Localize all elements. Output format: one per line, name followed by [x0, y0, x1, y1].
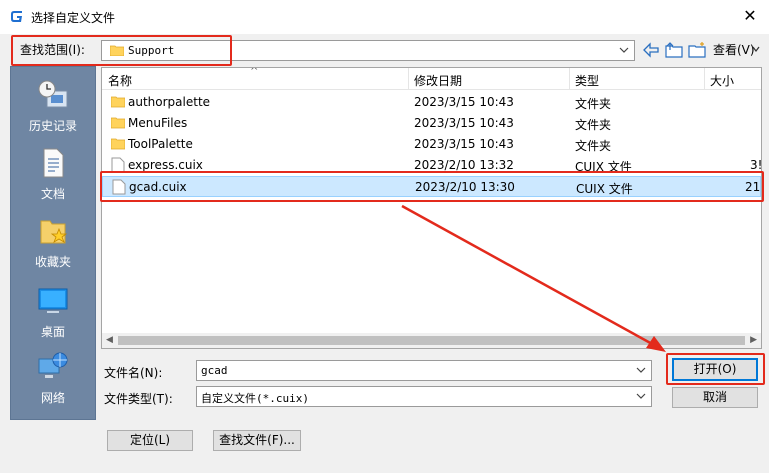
place-desktop[interactable]: 桌面: [11, 285, 95, 340]
locate-button[interactable]: 定位(L): [107, 430, 193, 451]
network-icon: [38, 352, 68, 378]
place-history[interactable]: 历史记录: [11, 79, 95, 134]
filename-value: gcad: [201, 364, 228, 377]
file-size: 3!: [750, 158, 762, 172]
close-button[interactable]: ✕: [737, 5, 763, 27]
scroll-left-icon[interactable]: ◀: [106, 335, 113, 345]
file-name: authorpalette: [128, 95, 211, 109]
up-folder-icon[interactable]: [664, 41, 684, 59]
scroll-thumb[interactable]: [118, 336, 745, 345]
file-type: 文件夹: [575, 97, 612, 111]
place-label: 历史记录: [28, 119, 77, 133]
cancel-button[interactable]: 取消: [672, 387, 758, 408]
new-folder-icon[interactable]: [687, 41, 707, 59]
place-favorites[interactable]: 收藏夹: [11, 215, 95, 270]
title-bar: 选择自定义文件 ✕: [0, 0, 769, 34]
filetype-value: 自定义文件(*.cuix): [201, 392, 309, 405]
file-date: 2023/3/15 10:43: [414, 116, 514, 130]
sort-ascending-icon: ^: [250, 67, 259, 77]
file-type: 文件夹: [575, 118, 612, 132]
dropdown-arrow-icon: [752, 46, 760, 52]
place-network[interactable]: 网络: [11, 351, 95, 406]
places-bar: 历史记录 文档 收藏夹 桌面 网络: [10, 66, 96, 420]
back-icon[interactable]: [641, 41, 661, 59]
file-date: 2023/2/10 13:32: [414, 158, 514, 172]
chevron-down-icon: [636, 367, 646, 373]
file-type: 文件夹: [575, 139, 612, 153]
window-title: 选择自定义文件: [31, 11, 116, 25]
views-menu[interactable]: 查看(V): [713, 41, 755, 58]
file-name: ToolPalette: [128, 137, 193, 151]
horizontal-scrollbar[interactable]: ◀ ▶: [102, 333, 761, 348]
place-documents[interactable]: 文档: [11, 147, 95, 202]
lookin-highlight: [11, 35, 232, 66]
place-label: 桌面: [40, 325, 65, 339]
list-header: 名称 ^ 修改日期 类型 大小: [102, 68, 761, 90]
file-row[interactable]: MenuFiles 2023/3/15 10:43 文件夹: [102, 113, 761, 134]
place-label: 收藏夹: [34, 255, 71, 269]
file-date: 2023/3/15 10:43: [414, 137, 514, 151]
folder-icon: [111, 138, 125, 150]
column-date[interactable]: 修改日期: [414, 72, 462, 89]
column-type[interactable]: 类型: [575, 72, 599, 89]
column-name[interactable]: 名称: [108, 72, 132, 89]
file-name: express.cuix: [128, 158, 203, 172]
file-list[interactable]: 名称 ^ 修改日期 类型 大小 authorpalette 2023/3/15 …: [101, 67, 762, 349]
place-label: 文档: [40, 187, 65, 201]
desktop-icon: [38, 288, 68, 313]
favorites-icon: [40, 220, 68, 244]
documents-icon: [43, 148, 64, 178]
place-label: 网络: [40, 391, 65, 405]
find-file-button[interactable]: 查找文件(F)...: [213, 430, 301, 451]
open-button-highlight: [666, 353, 765, 385]
filename-input[interactable]: gcad: [196, 360, 652, 381]
file-date: 2023/3/15 10:43: [414, 95, 514, 109]
filename-label: 文件名(N):: [104, 366, 163, 380]
chevron-down-icon: [636, 393, 646, 399]
file-row[interactable]: ToolPalette 2023/3/15 10:43 文件夹: [102, 134, 761, 155]
chevron-down-icon: [619, 47, 629, 53]
file-row[interactable]: authorpalette 2023/3/15 10:43 文件夹: [102, 92, 761, 113]
app-logo-icon: [11, 11, 22, 22]
selected-file-highlight: [100, 171, 764, 202]
scroll-right-icon[interactable]: ▶: [750, 335, 757, 345]
column-size[interactable]: 大小: [710, 72, 734, 89]
filetype-label: 文件类型(T):: [104, 392, 173, 406]
file-name: MenuFiles: [128, 116, 188, 130]
filetype-select[interactable]: 自定义文件(*.cuix): [196, 386, 652, 407]
folder-icon: [111, 96, 125, 108]
history-icon: [38, 80, 68, 108]
folder-icon: [111, 117, 125, 129]
